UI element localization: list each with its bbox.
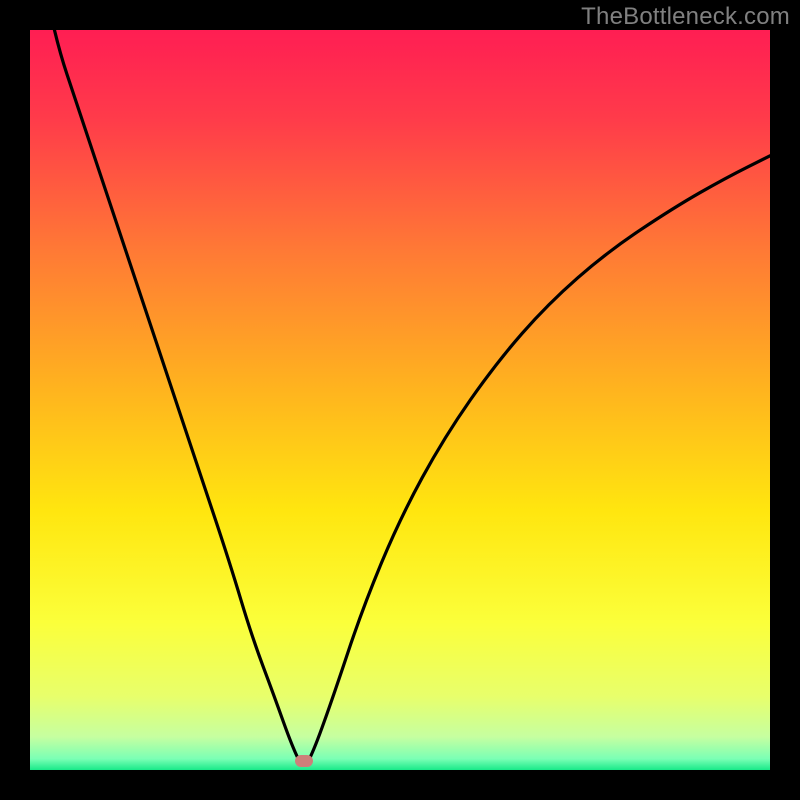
chart-frame: TheBottleneck.com — [0, 0, 800, 800]
plot-area — [30, 30, 770, 770]
optimal-point-marker — [295, 755, 313, 767]
source-watermark: TheBottleneck.com — [581, 3, 790, 31]
bottleneck-curve — [30, 30, 770, 770]
